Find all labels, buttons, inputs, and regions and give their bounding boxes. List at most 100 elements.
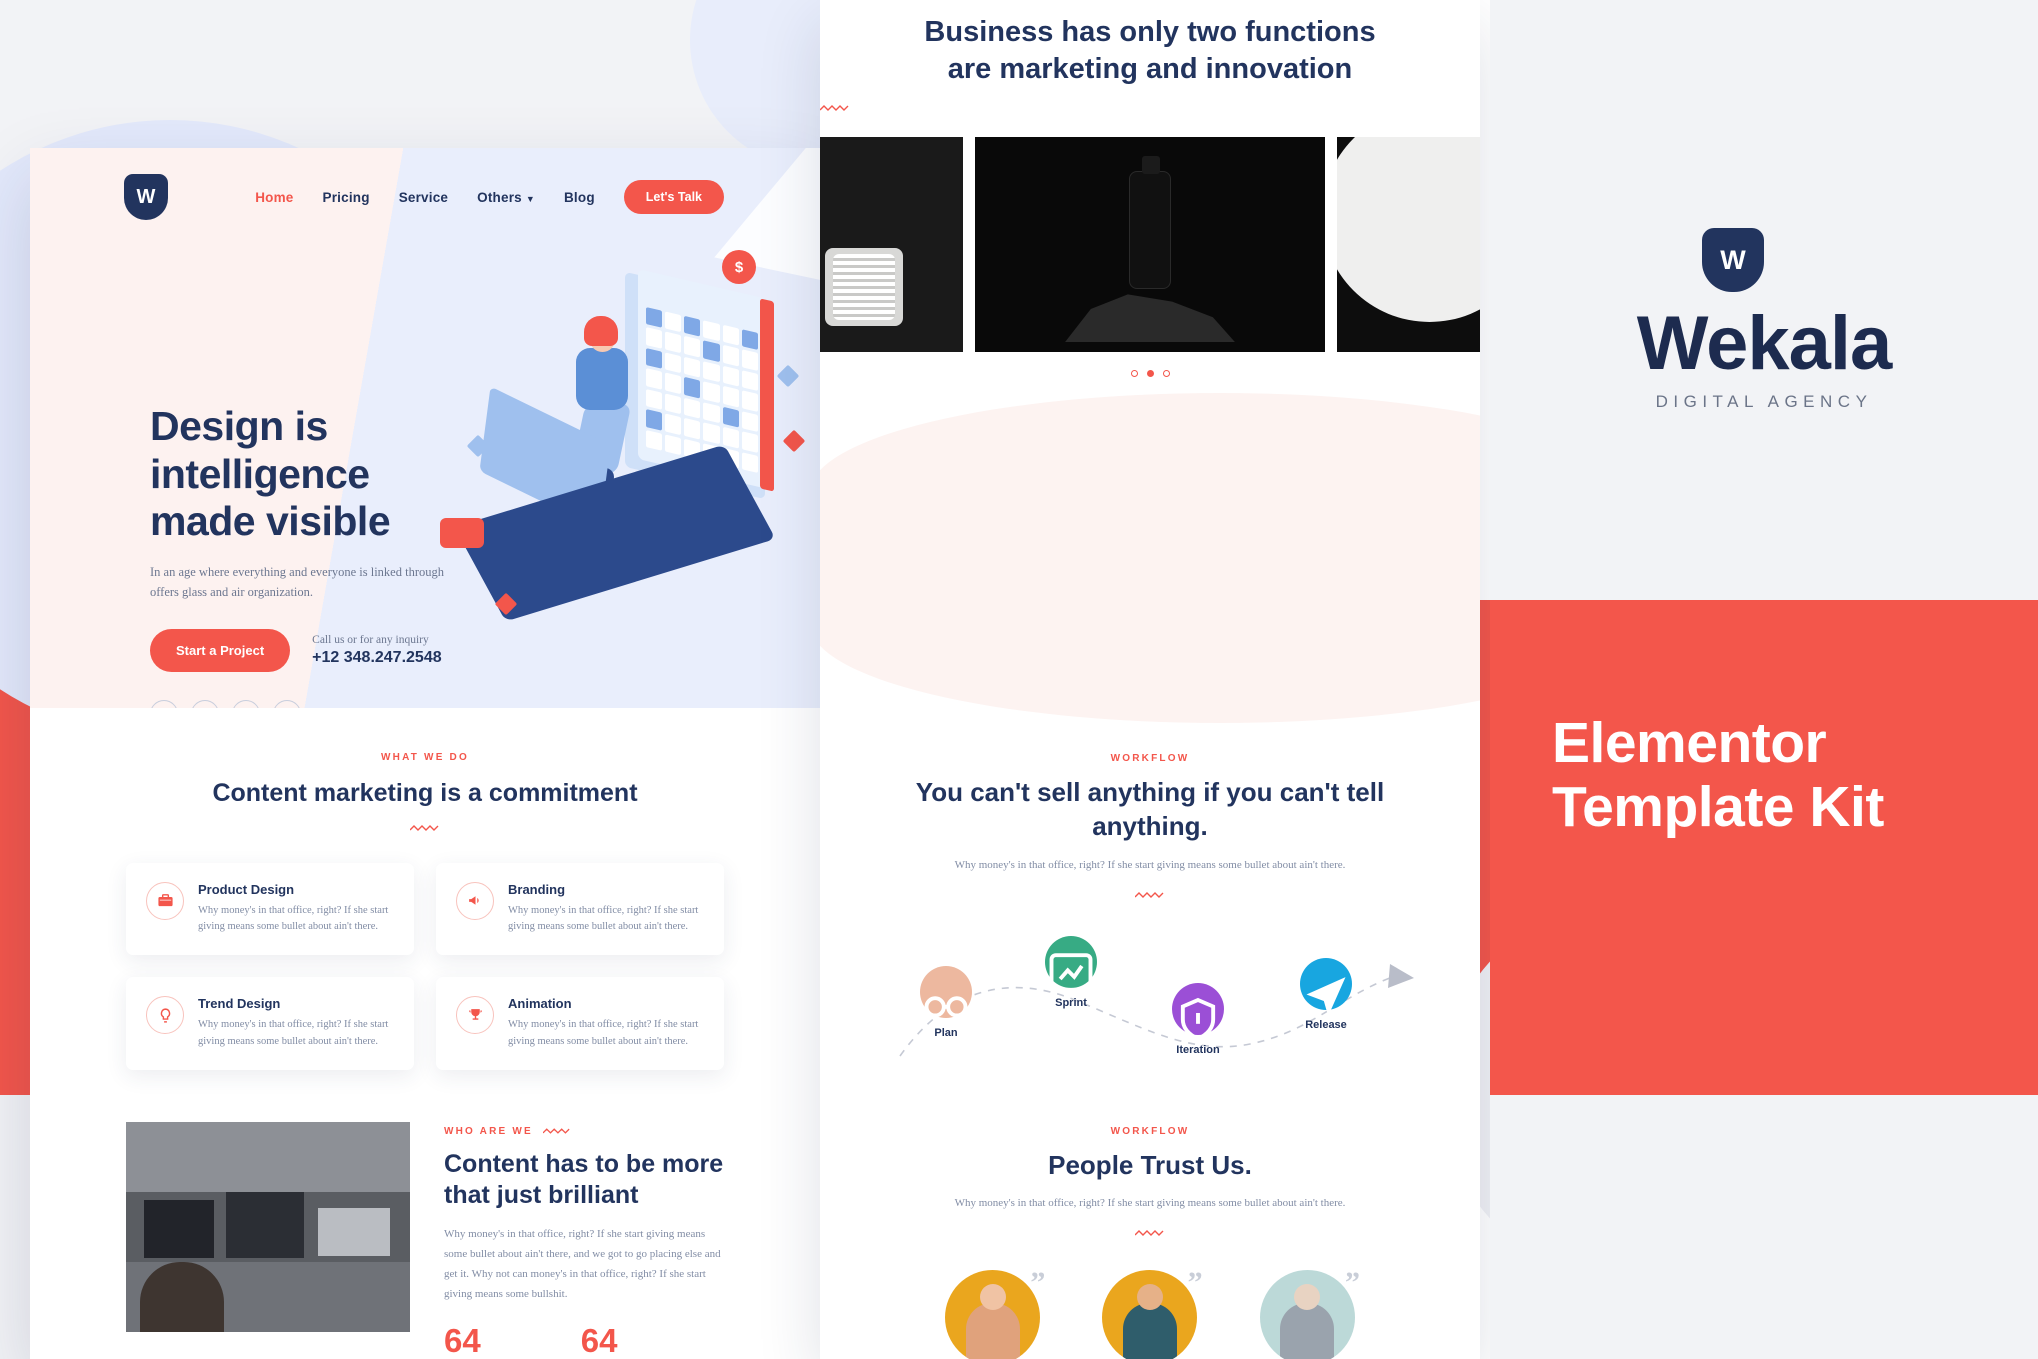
feature-card-animation[interactable]: Animation Why money's in that office, ri… [436,977,724,1070]
testimonial-cards: ” Lorem ipsum dolor sit amet, consectetu… [890,1266,1410,1359]
hero-contact: Call us or for any inquiry +12 348.247.2… [312,634,441,667]
nav-item-others-label: Others [477,189,522,205]
facebook-icon[interactable]: f [150,699,178,708]
brand-name: Wekala [1636,301,1893,386]
lightbulb-icon [146,996,184,1035]
phone-number[interactable]: +12 348.247.2548 [312,649,441,667]
nav-item-others[interactable]: Others ▼ [477,190,535,205]
stats-row: 64 64 [444,1322,724,1359]
feature-card-product-design[interactable]: Product Design Why money's in that offic… [126,862,414,956]
brand-panel-red [1490,600,2038,1095]
illustration-person-body [576,348,628,410]
workflow-diagram: Plan Sprint Iteration Release [890,935,1430,1106]
rocket-icon [1300,957,1352,1016]
who-are-we-section: WHO ARE WE Content has to be more that j… [30,1121,820,1359]
rock-photo [1064,294,1236,343]
feature-card-trend-design[interactable]: Trend Design Why money's in that office,… [126,977,414,1070]
squiggle-divider [1134,891,1164,898]
hero-section: W Home Pricing Service Others ▼ Blog Let'… [30,148,820,708]
workflow-eyebrow: WORKFLOW [1110,753,1190,765]
workflow-node-iteration[interactable]: Iteration [1172,982,1224,1056]
squiggle-divider [409,824,439,831]
call-label: Call us or for any inquiry [312,633,429,646]
feature-cards: Product Design Why money's in that offic… [126,862,724,1070]
workflow-node-sprint[interactable]: Sprint [1045,935,1097,1009]
carousel-dots [820,370,1480,378]
feature-card-text: Why money's in that office, right? If sh… [198,1019,389,1047]
carousel-dot-1[interactable] [1130,370,1138,378]
nav-item-blog[interactable]: Blog [564,190,595,205]
coin-icon: $ [722,250,756,284]
illustration-person-hair [584,316,618,346]
bottle-photo [1129,156,1171,290]
carousel-dot-3[interactable] [1162,370,1170,378]
hero-title: Design is intelligence made visible [150,403,391,545]
decor-square-2 [782,429,806,453]
hero-actions: Start a Project Call us or for any inqui… [150,628,480,672]
nav-item-home[interactable]: Home [255,190,293,205]
avatar [1259,1269,1355,1359]
feature-card-branding[interactable]: Branding Why money's in that office, rig… [436,862,724,956]
workflow-section: WORKFLOW You can't sell anything if you … [820,393,1480,1106]
squiggle-divider [1134,1229,1164,1236]
feature-card-text: Why money's in that office, right? If sh… [508,1019,699,1047]
stat-value-1: 64 [444,1322,481,1359]
avatar-head [979,1283,1006,1310]
logo-badge[interactable]: W [124,174,168,220]
brand-logo-letter: W [1720,244,1746,275]
avatar-body [965,1302,1020,1359]
workflow-node-release[interactable]: Release [1300,957,1352,1031]
megaphone-icon [456,881,494,920]
google-icon[interactable]: G [273,699,301,708]
who-are-we-copy: WHO ARE WE Content has to be more that j… [444,1122,724,1359]
avatar-head [1294,1283,1321,1310]
stacked-cups-photo [825,248,903,327]
who-are-we-title: Content has to be more that just brillia… [444,1149,724,1209]
start-a-project-button[interactable]: Start a Project [150,628,291,672]
glasses-icon [920,965,972,1018]
logo-letter: W [136,185,156,208]
carousel-slide-bottle[interactable] [975,137,1325,353]
promo-composition: W Home Pricing Service Others ▼ Blog Let'… [0,0,2038,1359]
workflow-background-blob [820,393,1480,724]
brand-logo-badge: W [1702,228,1764,292]
lets-talk-button[interactable]: Let's Talk [623,180,724,214]
testimonials-eyebrow: WORKFLOW [1110,1125,1190,1137]
feature-card-title: Trend Design [198,996,281,1012]
carousel-dot-2[interactable] [1146,370,1154,378]
what-we-do-title: Content marketing is a commitment [212,779,638,807]
feature-card-text: Why money's in that office, right? If sh… [508,904,699,933]
decor-square-1 [776,364,800,388]
testimonial-card: ” Lorem ipsum dolor sit amet, consectetu… [924,1266,1061,1359]
chevron-down-icon: ▼ [525,193,535,204]
social-links: f ✦ ◎ G [150,699,480,708]
avatar [945,1269,1041,1359]
carousel-slide-moon[interactable] [1337,137,1480,353]
calendar-grid [646,307,758,473]
stat-value-2: 64 [580,1322,618,1359]
workflow-node-plan[interactable]: Plan [920,965,972,1039]
testimonial-card: ” Lorem ipsum dolor sit amet, consectetu… [1081,1266,1218,1359]
nav-links: Home Pricing Service Others ▼ Blog Let's … [255,180,820,214]
who-are-we-eyebrow-row: WHO ARE WE [444,1126,724,1137]
avatar [1102,1269,1198,1359]
nav-item-service[interactable]: Service [399,190,448,205]
office-photo [126,1121,410,1332]
site-navbar: W Home Pricing Service Others ▼ Blog Let'… [30,162,820,232]
mid-headline: Business has only two functions are mark… [924,16,1376,86]
squiggle-divider [820,105,849,112]
carousel-slide-cups[interactable] [820,137,963,353]
brand-tagline: DIGITAL AGENCY [1655,392,1873,411]
feature-card-title: Branding [508,881,566,897]
moon-wall-photo [1337,137,1480,323]
instagram-icon[interactable]: ◎ [232,699,260,708]
squiggle-divider [542,1128,570,1134]
testimonials-paragraph: Why money's in that office, right? If sh… [954,1197,1346,1210]
twitter-icon[interactable]: ✦ [191,699,219,708]
calendar-spine [760,298,774,492]
nav-item-pricing[interactable]: Pricing [323,190,370,205]
avatar-head [1136,1283,1163,1310]
testimonials-section: WORKFLOW People Trust Us. Why money's in… [820,1126,1480,1359]
workflow-paragraph: Why money's in that office, right? If sh… [954,858,1346,871]
hero-paragraph: In an age where everything and everyone … [150,564,444,600]
